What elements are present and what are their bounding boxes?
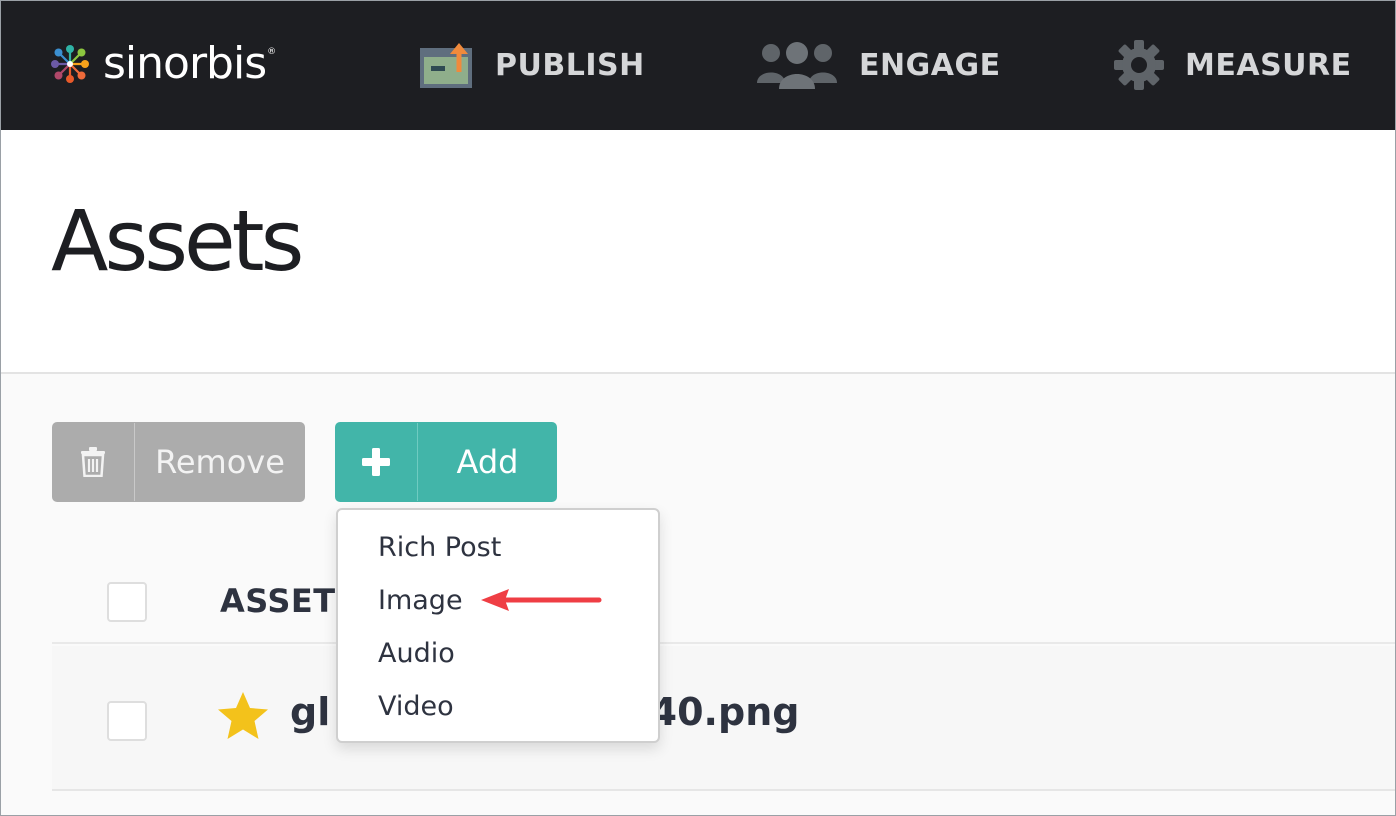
trash-icon: [81, 447, 105, 477]
brand-registered-mark: ®: [267, 47, 277, 57]
table-row[interactable]: gl 540.png: [52, 646, 1395, 791]
menu-item-audio[interactable]: Audio: [378, 640, 455, 667]
menu-item-rich-post[interactable]: Rich Post: [378, 534, 501, 561]
add-button[interactable]: Add: [335, 422, 557, 502]
menu-item-image[interactable]: Image: [378, 587, 463, 614]
asset-filename-start: gl: [290, 690, 331, 734]
select-all-checkbox[interactable]: [107, 582, 147, 622]
gear-icon: [1114, 40, 1164, 90]
nav-label-measure: MEASURE: [1185, 47, 1352, 83]
top-navigation: sinorbis ® PUBLISH ENGAGE MEASURE: [1, 1, 1395, 130]
users-group-icon: [757, 42, 837, 89]
app-window: sinorbis ® PUBLISH ENGAGE MEASURE Assets…: [0, 0, 1396, 816]
publish-upload-icon: [420, 43, 472, 88]
remove-button[interactable]: Remove: [52, 422, 305, 502]
nav-item-publish[interactable]: PUBLISH: [419, 39, 645, 91]
sinorbis-logo-icon: [51, 45, 89, 83]
nav-label-engage: ENGAGE: [859, 47, 1001, 83]
plus-icon: [362, 448, 390, 476]
page-title: Assets: [51, 192, 304, 290]
page-header: Assets: [1, 130, 1395, 374]
column-header-asset[interactable]: ASSET: [220, 582, 336, 620]
add-icon-segment: [335, 422, 417, 502]
star-icon[interactable]: [216, 690, 270, 742]
remove-icon-segment: [52, 422, 134, 502]
nav-label-publish: PUBLISH: [495, 47, 645, 83]
remove-button-label: Remove: [155, 443, 285, 481]
nav-item-engage[interactable]: ENGAGE: [755, 39, 1001, 91]
add-button-label: Add: [456, 443, 519, 481]
menu-item-video[interactable]: Video: [378, 693, 454, 720]
add-dropdown-menu: Rich Post Image Audio Video: [336, 508, 660, 743]
row-checkbox[interactable]: [107, 701, 147, 741]
nav-item-measure[interactable]: MEASURE: [1113, 39, 1352, 91]
brand-logo[interactable]: sinorbis ®: [49, 39, 276, 89]
brand-name: sinorbis: [103, 38, 267, 89]
annotation-arrow-icon: [481, 589, 602, 611]
table-header-row: ASSET: [52, 549, 1395, 644]
